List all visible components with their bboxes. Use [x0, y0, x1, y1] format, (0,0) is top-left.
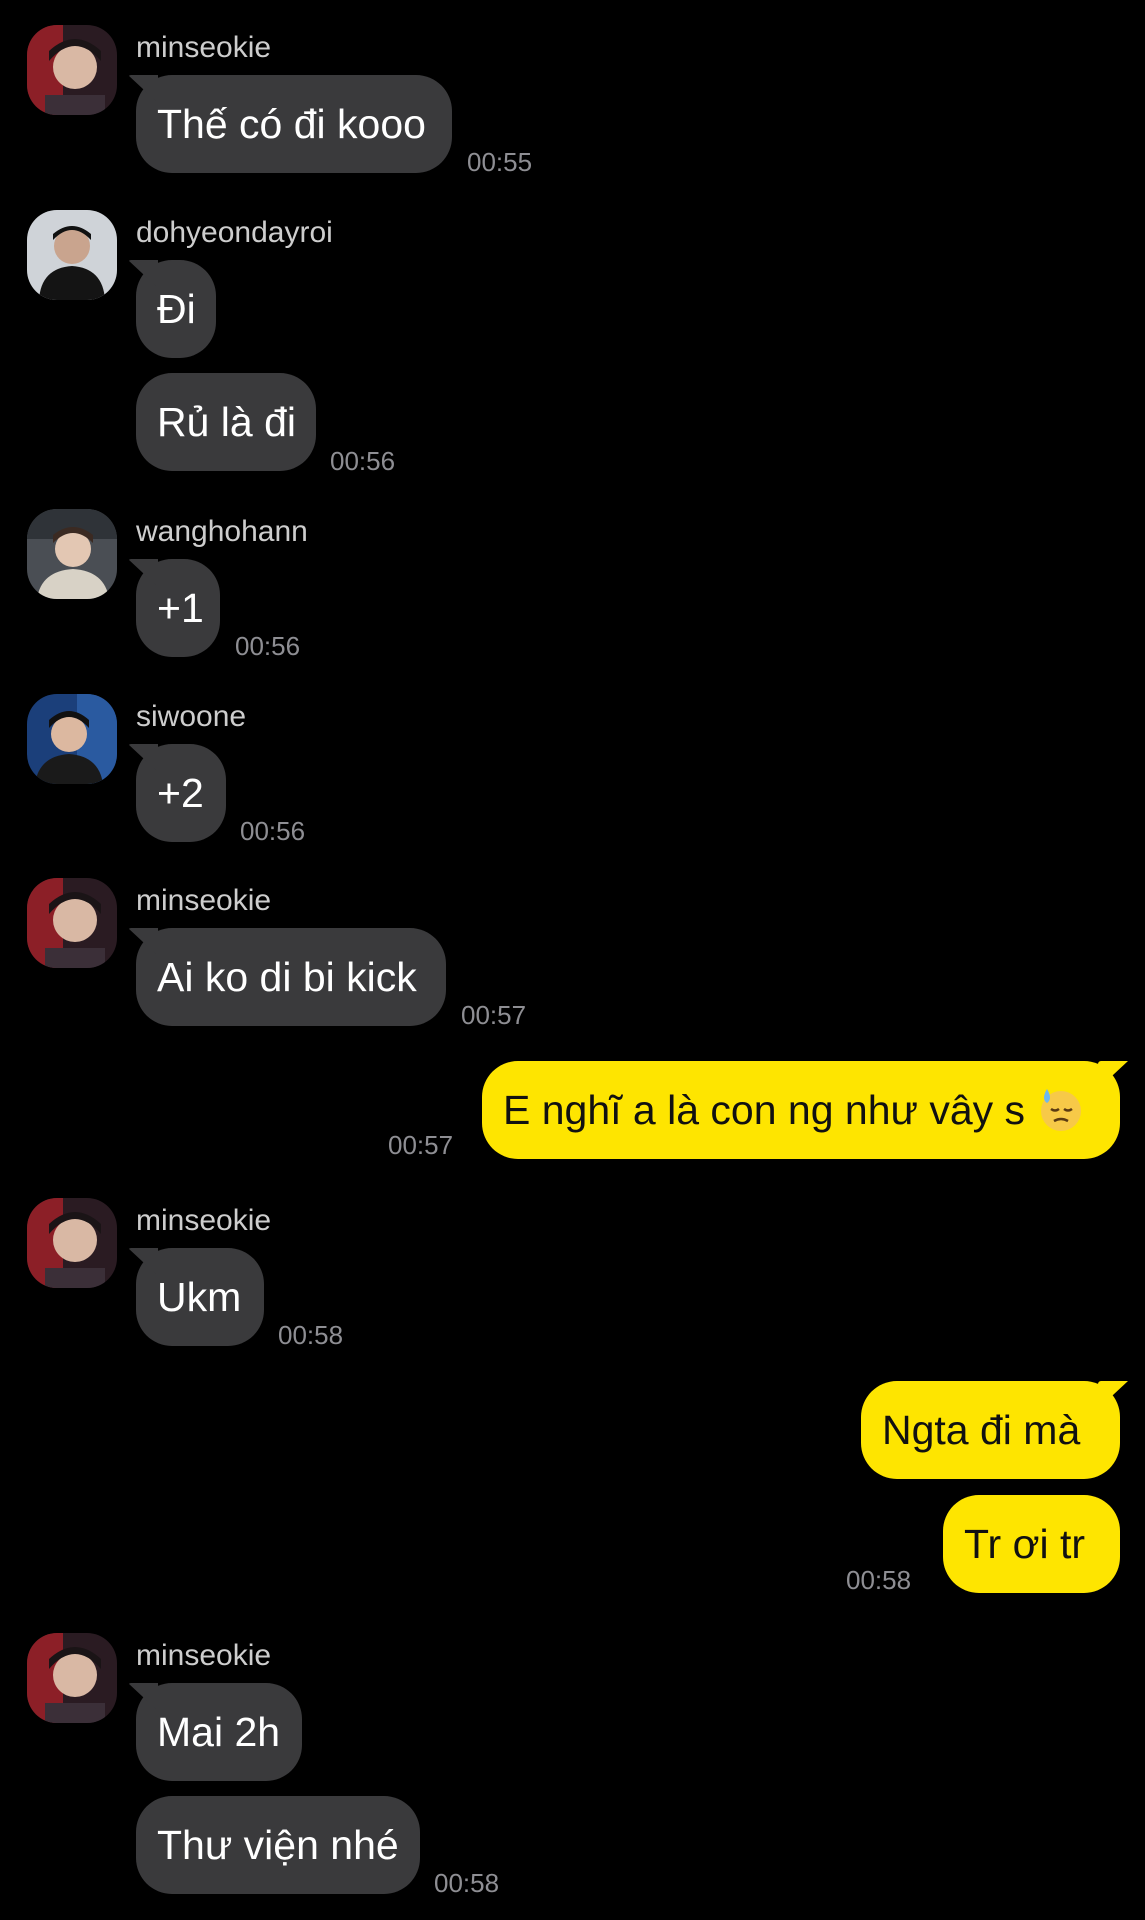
message-bubble[interactable]: Thế có đi kooo	[136, 75, 452, 173]
message-timestamp: 00:56	[235, 631, 301, 661]
sender-name: wanghohann	[136, 515, 308, 548]
avatar-image	[27, 1198, 117, 1288]
sender-name: minseokie	[136, 31, 272, 64]
message-timestamp: 00:58	[846, 1565, 912, 1595]
message-timestamp: 00:55	[467, 147, 533, 177]
message-timestamp: 00:56	[240, 816, 306, 846]
outgoing-message-bubble[interactable]: Ngta đi mà	[861, 1381, 1120, 1479]
avatar-image	[27, 878, 117, 968]
message-bubble[interactable]: Ai ko di bi kick	[136, 928, 446, 1026]
avatar-siwoone[interactable]	[27, 694, 117, 784]
message-text: Thư viện nhé	[157, 1822, 399, 1868]
message-text: Thế có đi kooo	[157, 101, 426, 147]
downcast-face-with-sweat-icon	[1041, 1089, 1082, 1132]
message-text: +2	[157, 770, 204, 816]
message-bubble[interactable]: Thư viện nhé	[136, 1796, 420, 1894]
message-timestamp: 00:57	[461, 1000, 527, 1030]
message-timestamp: 00:57	[388, 1130, 454, 1160]
message-bubble[interactable]: +2	[136, 744, 226, 842]
message-text: +1	[157, 585, 204, 631]
avatar-dohyeondayroi[interactable]	[27, 210, 117, 300]
sender-name: siwoone	[136, 700, 247, 733]
message-text: Rủ là đi	[157, 399, 297, 445]
sender-name: minseokie	[136, 1639, 272, 1672]
avatar-image	[27, 1633, 117, 1723]
message-bubble[interactable]: Mai 2h	[136, 1683, 302, 1781]
message-bubble[interactable]: Đi	[136, 260, 216, 358]
message-text: Ngta đi mà	[882, 1407, 1081, 1453]
message-text: Ukm	[157, 1274, 242, 1320]
message-text: Ai ko di bi kick	[157, 954, 417, 1000]
sender-name: dohyeondayroi	[136, 216, 333, 249]
sender-name: minseokie	[136, 884, 272, 917]
message-text: Đi	[157, 286, 196, 332]
message-text: Mai 2h	[157, 1709, 281, 1755]
avatar-minseokie[interactable]	[27, 25, 117, 115]
avatar-image	[27, 25, 117, 115]
avatar-minseokie[interactable]	[27, 878, 117, 968]
avatar-wanghohann[interactable]	[27, 509, 117, 599]
message-text: Tr ơi tr	[964, 1521, 1085, 1567]
sender-name: minseokie	[136, 1204, 272, 1237]
message-bubble[interactable]: Rủ là đi	[136, 373, 316, 471]
avatar-image	[27, 210, 117, 300]
message-timestamp: 00:56	[330, 446, 396, 476]
avatar-image	[27, 694, 117, 784]
avatar-minseokie[interactable]	[27, 1633, 117, 1723]
message-bubble[interactable]: +1	[136, 559, 220, 657]
outgoing-message-bubble[interactable]: E nghĩ a là con ng như vây s	[482, 1061, 1120, 1159]
avatar-minseokie[interactable]	[27, 1198, 117, 1288]
message-timestamp: 00:58	[278, 1320, 344, 1350]
message-text: E nghĩ a là con ng như vây s	[503, 1087, 1026, 1133]
outgoing-message-bubble[interactable]: Tr ơi tr	[943, 1495, 1120, 1593]
avatar-image	[27, 509, 117, 599]
message-timestamp: 00:58	[434, 1868, 500, 1898]
message-bubble[interactable]: Ukm	[136, 1248, 264, 1346]
